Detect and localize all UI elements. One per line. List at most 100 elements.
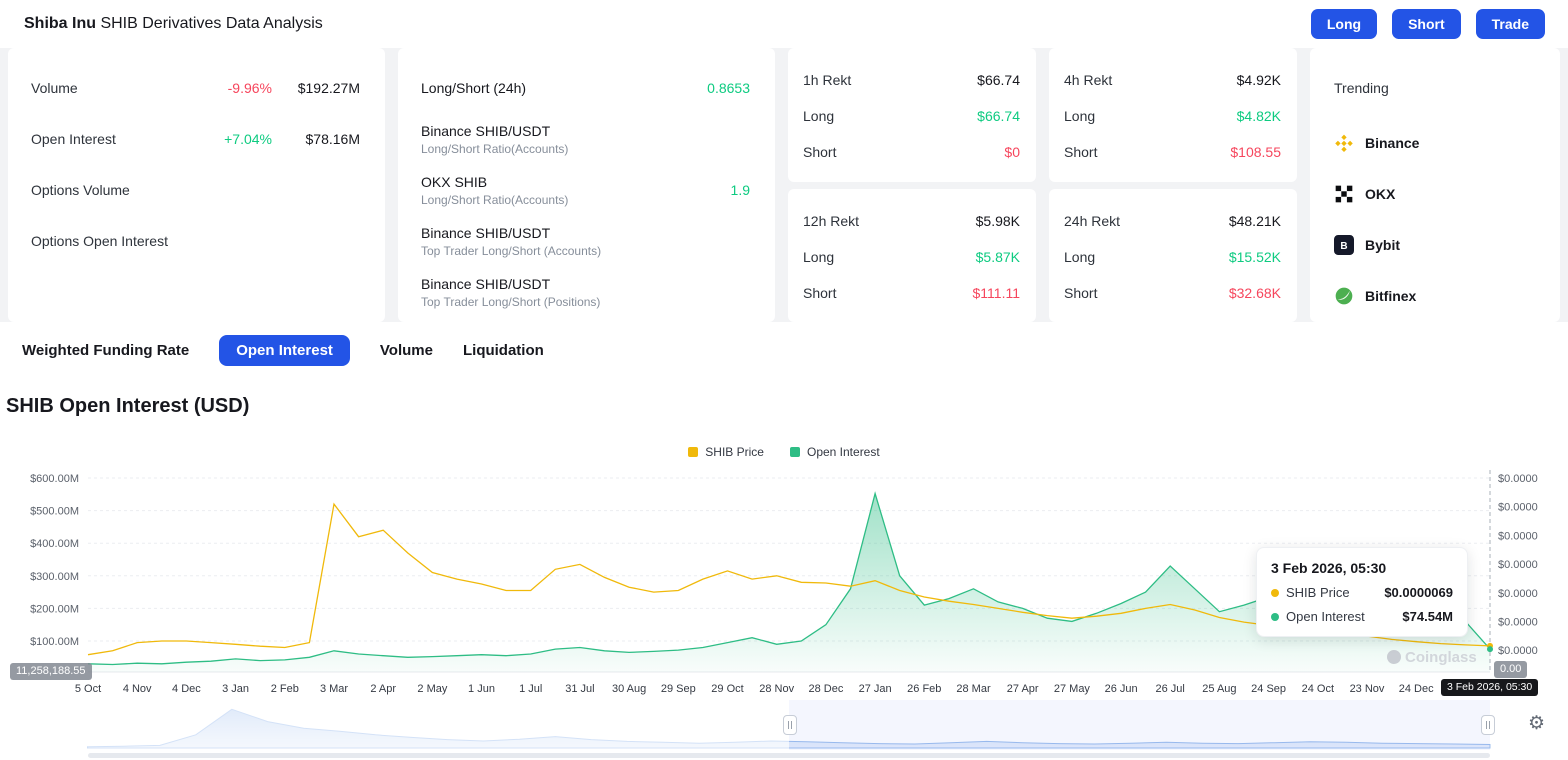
svg-text:$600.00M: $600.00M — [30, 473, 79, 485]
chart-tooltip: 3 Feb 2026, 05:30 SHIB Price $0.0000069 … — [1256, 547, 1468, 637]
rekt-short-value: $111.11 — [973, 285, 1021, 301]
ratio-row-24h[interactable]: Long/Short (24h) 0.8653 — [421, 66, 750, 110]
svg-text:2 Apr: 2 Apr — [370, 683, 396, 695]
stat-row-options-open-interest: Options Open Interest — [31, 219, 360, 263]
tooltip-value: $74.54M — [1402, 609, 1453, 624]
bybit-icon: B — [1334, 235, 1354, 255]
trending-item-bitfinex[interactable]: Bitfinex — [1334, 270, 1536, 321]
ratio-title: Long/Short (24h) — [421, 80, 526, 96]
long-short-ratios-card: Long/Short (24h) 0.8653 Binance SHIB/USD… — [398, 48, 775, 322]
header-actions: Long Short Trade — [1311, 9, 1545, 39]
ratio-row-top-trader-positions[interactable]: Binance SHIB/USDT Top Trader Long/Short … — [421, 270, 750, 314]
tab-weighted-funding-rate[interactable]: Weighted Funding Rate — [22, 335, 189, 366]
svg-text:1 Jun: 1 Jun — [468, 683, 495, 695]
rekt-long-label: Long — [803, 108, 834, 124]
rekt-total: $5.98K — [976, 213, 1020, 229]
svg-text:4 Nov: 4 Nov — [123, 683, 152, 695]
tab-volume[interactable]: Volume — [380, 335, 433, 366]
svg-text:29 Oct: 29 Oct — [711, 683, 743, 695]
trending-item-bybit[interactable]: B Bybit — [1334, 219, 1536, 270]
stat-row-options-volume: Options Volume — [31, 168, 360, 212]
svg-text:$200.00M: $200.00M — [30, 603, 79, 615]
tab-open-interest[interactable]: Open Interest — [219, 335, 350, 366]
ratio-title: Binance SHIB/USDT — [421, 123, 568, 139]
ratio-subtitle: Top Trader Long/Short (Accounts) — [421, 244, 601, 258]
ratio-title: Binance SHIB/USDT — [421, 276, 600, 292]
tooltip-date: 3 Feb 2026, 05:30 — [1271, 560, 1453, 576]
chart-legend: SHIB Price Open Interest — [0, 445, 1568, 459]
horizontal-scrollbar[interactable] — [88, 753, 1490, 758]
okx-icon — [1334, 184, 1354, 204]
coin-name: Shiba Inu — [24, 15, 96, 32]
long-button[interactable]: Long — [1311, 9, 1377, 39]
market-stats-card: Volume -9.96% $192.27M Open Interest +7.… — [8, 48, 385, 322]
tab-liquidation[interactable]: Liquidation — [463, 335, 544, 366]
ratio-row-binance-accounts[interactable]: Binance SHIB/USDT Long/Short Ratio(Accou… — [421, 117, 750, 161]
stat-row-volume: Volume -9.96% $192.27M — [31, 66, 360, 110]
legend-label: SHIB Price — [705, 445, 764, 459]
svg-text:1 Jul: 1 Jul — [519, 683, 542, 695]
price-dot-icon — [1271, 589, 1279, 597]
ratio-value: 0.8653 — [707, 80, 750, 96]
binance-icon — [1334, 133, 1354, 153]
rekt-long-value: $4.82K — [1237, 108, 1281, 124]
svg-text:$0.0000: $0.0000 — [1498, 617, 1538, 629]
svg-text:29 Sep: 29 Sep — [661, 683, 696, 695]
gear-icon[interactable]: ⚙ — [1528, 712, 1545, 735]
navigator-right-handle[interactable] — [1481, 715, 1495, 735]
svg-text:$0.0000: $0.0000 — [1498, 473, 1538, 485]
legend-label: Open Interest — [807, 445, 880, 459]
ratio-row-okx-accounts[interactable]: OKX SHIB Long/Short Ratio(Accounts) 1.9 — [421, 168, 750, 212]
rekt-long-label: Long — [803, 249, 834, 265]
rekt-short-label: Short — [803, 285, 836, 301]
trending-item-binance[interactable]: Binance — [1334, 117, 1536, 168]
tooltip-row-price: SHIB Price $0.0000069 — [1271, 585, 1453, 600]
page-title: Shiba Inu SHIB Derivatives Data Analysis — [24, 15, 323, 33]
tooltip-label: SHIB Price — [1286, 585, 1350, 600]
trending-card: Trending Binance OKX B Bybit — [1310, 48, 1560, 322]
rekt-short-value: $32.68K — [1229, 285, 1281, 301]
rekt-short-value: $108.55 — [1230, 144, 1281, 160]
stat-value: $78.16M — [272, 131, 360, 147]
svg-text:3 Mar: 3 Mar — [320, 683, 348, 695]
rekt-period: 1h Rekt — [803, 72, 851, 88]
svg-text:2 Feb: 2 Feb — [271, 683, 299, 695]
ratio-row-top-trader-accounts[interactable]: Binance SHIB/USDT Top Trader Long/Short … — [421, 219, 750, 263]
svg-text:23 Nov: 23 Nov — [1350, 683, 1385, 695]
oi-dot-icon — [1271, 613, 1279, 621]
rekt-long-label: Long — [1064, 249, 1095, 265]
svg-text:5 Oct: 5 Oct — [75, 683, 101, 695]
svg-text:26 Jun: 26 Jun — [1105, 683, 1138, 695]
rekt-short-label: Short — [1064, 144, 1097, 160]
tooltip-label: Open Interest — [1286, 609, 1365, 624]
stat-change: -9.96% — [228, 80, 272, 96]
stat-label: Volume — [31, 80, 78, 96]
legend-shib-price[interactable]: SHIB Price — [688, 445, 764, 459]
svg-text:26 Feb: 26 Feb — [907, 683, 941, 695]
rekt-long-value: $5.87K — [976, 249, 1020, 265]
trending-item-okx[interactable]: OKX — [1334, 168, 1536, 219]
stat-label: Options Volume — [31, 182, 130, 198]
watermark-text: Coinglass — [1405, 649, 1477, 666]
svg-text:26 Jul: 26 Jul — [1156, 683, 1185, 695]
tooltip-value: $0.0000069 — [1384, 585, 1453, 600]
rekt-short-value: $0 — [1004, 144, 1020, 160]
svg-text:27 May: 27 May — [1054, 683, 1091, 695]
tooltip-row-oi: Open Interest $74.54M — [1271, 609, 1453, 624]
short-button[interactable]: Short — [1392, 9, 1461, 39]
ratio-subtitle: Long/Short Ratio(Accounts) — [421, 142, 568, 156]
navigator-left-handle[interactable] — [783, 715, 797, 735]
stat-value: $192.27M — [272, 80, 360, 96]
watermark-logo-icon — [1387, 650, 1401, 664]
ratio-subtitle: Long/Short Ratio(Accounts) — [421, 193, 568, 207]
ratio-value: 1.9 — [731, 182, 750, 198]
svg-text:25 Aug: 25 Aug — [1202, 683, 1236, 695]
left-axis-current-badge: 11,258,188.55 — [10, 663, 92, 680]
chart-tabs: Weighted Funding Rate Open Interest Volu… — [0, 322, 1568, 379]
svg-text:31 Jul: 31 Jul — [565, 683, 594, 695]
shib-price-swatch-icon — [688, 447, 698, 457]
legend-open-interest[interactable]: Open Interest — [790, 445, 880, 459]
rekt-total: $66.74 — [977, 72, 1020, 88]
exchange-name: OKX — [1365, 186, 1395, 202]
trade-button[interactable]: Trade — [1476, 9, 1545, 39]
